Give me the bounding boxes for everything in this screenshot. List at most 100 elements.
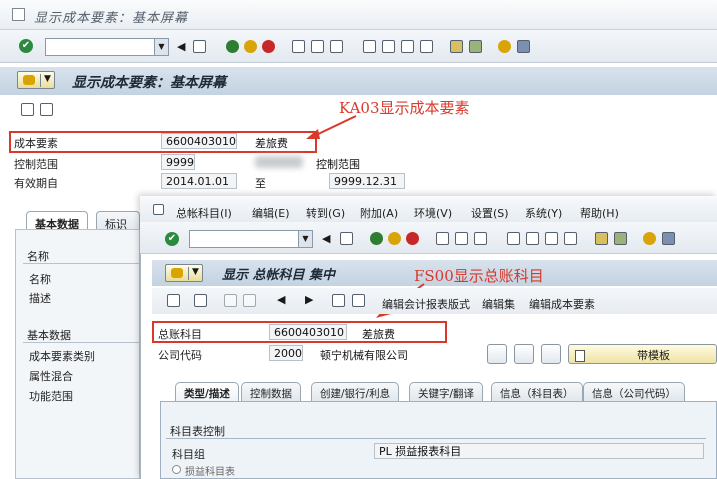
last-page-icon[interactable] bbox=[420, 40, 433, 53]
cancel-icon-2[interactable] bbox=[406, 232, 419, 245]
menu-settings[interactable]: 设置(S) bbox=[471, 205, 509, 221]
gl-account-desc: 差旅费 bbox=[362, 328, 395, 341]
save-icon-2[interactable] bbox=[340, 232, 353, 245]
description-label: 描述 bbox=[29, 292, 51, 305]
display-details-icon[interactable] bbox=[40, 103, 53, 116]
layout-menu-icon[interactable] bbox=[517, 40, 530, 53]
last-page-icon-2[interactable] bbox=[564, 232, 577, 245]
tab-control-data[interactable]: 控制数据 bbox=[241, 382, 301, 402]
command-field-2[interactable]: ▼ bbox=[189, 230, 313, 248]
unlink-icon[interactable] bbox=[243, 294, 256, 307]
controlling-area-label: 控制范围 bbox=[14, 158, 58, 171]
back-icon[interactable] bbox=[226, 40, 239, 53]
page-title: 显示成本要素：基本屏幕 bbox=[72, 75, 226, 91]
edit-set-button[interactable]: 编辑集 bbox=[482, 296, 515, 312]
cost-element-desc: 差旅费 bbox=[255, 137, 288, 150]
menu-gl-account[interactable]: 总帐科目(I) bbox=[176, 205, 232, 221]
first-page-icon-2[interactable] bbox=[507, 232, 520, 245]
other-element-icon[interactable] bbox=[21, 103, 34, 116]
company-code-label: 公司代码 bbox=[158, 349, 202, 362]
document-icon[interactable] bbox=[352, 294, 365, 307]
valid-from-field[interactable]: 2014.01.01 bbox=[161, 173, 237, 189]
menu-window-icon[interactable] bbox=[153, 204, 164, 215]
company-code-field[interactable]: 2000 bbox=[269, 345, 303, 361]
command-dropdown-icon[interactable]: ▼ bbox=[154, 39, 168, 55]
pl-radio[interactable] bbox=[172, 465, 181, 474]
other-account-icon[interactable] bbox=[167, 294, 180, 307]
edit-cost-element-button[interactable]: 编辑成本要素 bbox=[529, 296, 595, 312]
controlling-area-label-2: 控制范围 bbox=[316, 158, 360, 171]
group-divider bbox=[166, 438, 706, 439]
menu-eye-icon-2 bbox=[171, 268, 183, 278]
next-page-icon[interactable] bbox=[401, 40, 414, 53]
window-icon bbox=[12, 8, 25, 21]
menu-system[interactable]: 系统(Y) bbox=[525, 205, 562, 221]
edit-pencil-button[interactable] bbox=[514, 344, 534, 364]
print-icon[interactable] bbox=[292, 40, 305, 53]
first-page-icon[interactable] bbox=[363, 40, 376, 53]
new-session-icon[interactable] bbox=[450, 40, 463, 53]
find-next-icon[interactable] bbox=[330, 40, 343, 53]
template-button-label: 带模板 bbox=[637, 349, 670, 362]
find-next-icon-2[interactable] bbox=[474, 232, 487, 245]
pl-radio-label: 损益科目表 bbox=[185, 467, 235, 478]
exit-icon-2[interactable] bbox=[388, 232, 401, 245]
enter-button-2[interactable]: ✔ bbox=[165, 232, 179, 246]
account-group-field[interactable]: PL 损益报表科目 bbox=[374, 443, 704, 459]
edit-fs-version-button[interactable]: 编辑会计报表版式 bbox=[382, 296, 470, 312]
back-arrow-icon-2[interactable]: ◀ bbox=[322, 232, 330, 245]
shortcut-icon[interactable] bbox=[469, 40, 482, 53]
controlling-area-field[interactable]: 9999 bbox=[161, 154, 195, 170]
find-icon[interactable] bbox=[311, 40, 324, 53]
enter-button[interactable]: ✔ bbox=[19, 39, 33, 53]
menu-help[interactable]: 帮助(H) bbox=[580, 205, 619, 221]
tab-info-coa[interactable]: 信息（科目表） bbox=[491, 382, 583, 402]
next-page-icon-2[interactable] bbox=[545, 232, 558, 245]
with-template-button[interactable]: 带模板 bbox=[568, 344, 717, 364]
layout-menu-icon-2[interactable] bbox=[662, 232, 675, 245]
find-icon-2[interactable] bbox=[455, 232, 468, 245]
redacted-text bbox=[255, 156, 303, 168]
back-arrow-icon[interactable]: ◀ bbox=[177, 40, 185, 53]
shortcut-icon-2[interactable] bbox=[614, 232, 627, 245]
menu-arrow-icon-2: ▼ bbox=[192, 267, 199, 277]
help-icon-2[interactable] bbox=[643, 232, 656, 245]
valid-to-field[interactable]: 9999.12.31 bbox=[329, 173, 405, 189]
page-title-2: 显示 总帐科目 集中 bbox=[222, 268, 336, 283]
save-icon[interactable] bbox=[193, 40, 206, 53]
command-field[interactable]: ▼ bbox=[45, 38, 169, 56]
command-dropdown-icon-2[interactable]: ▼ bbox=[298, 231, 312, 247]
menu-extras[interactable]: 附加(A) bbox=[360, 205, 398, 221]
screen-menu-button-2[interactable]: ▼ bbox=[165, 264, 203, 282]
name-label: 名称 bbox=[29, 273, 51, 286]
screen-menu-button[interactable]: ▼ bbox=[17, 71, 55, 89]
cost-element-field[interactable]: 6600403010 bbox=[161, 133, 237, 149]
menu-goto[interactable]: 转到(G) bbox=[306, 205, 345, 221]
tab-keyword-translation[interactable]: 关键字/翻译 bbox=[409, 382, 484, 402]
tab-create-bank-interest[interactable]: 创建/银行/利息 bbox=[311, 382, 400, 402]
help-icon[interactable] bbox=[498, 40, 511, 53]
new-session-icon-2[interactable] bbox=[595, 232, 608, 245]
print-icon-2[interactable] bbox=[436, 232, 449, 245]
new-document-button[interactable] bbox=[541, 344, 561, 364]
type-description-panel bbox=[160, 401, 717, 479]
display-icon[interactable] bbox=[194, 294, 207, 307]
menu-edit[interactable]: 编辑(E) bbox=[252, 205, 290, 221]
glasses-button[interactable] bbox=[487, 344, 507, 364]
previous-icon[interactable]: ◀ bbox=[277, 293, 285, 306]
gl-account-field[interactable]: 6600403010 bbox=[269, 324, 347, 340]
back-icon-2[interactable] bbox=[370, 232, 383, 245]
prev-page-icon-2[interactable] bbox=[526, 232, 539, 245]
tab-type-description[interactable]: 类型/描述 bbox=[175, 382, 239, 402]
link-icon[interactable] bbox=[224, 294, 237, 307]
coa-control-head: 科目表控制 bbox=[170, 425, 225, 438]
tab-info-company-code[interactable]: 信息（公司代码） bbox=[583, 382, 685, 402]
exit-icon[interactable] bbox=[244, 40, 257, 53]
prev-page-icon[interactable] bbox=[382, 40, 395, 53]
next-icon[interactable]: ▶ bbox=[305, 293, 313, 306]
cancel-icon[interactable] bbox=[262, 40, 275, 53]
menu-environment[interactable]: 环境(V) bbox=[414, 205, 452, 221]
cost-element-category-label: 成本要素类别 bbox=[29, 350, 95, 363]
menu-arrow-icon: ▼ bbox=[44, 74, 51, 84]
trash-icon[interactable] bbox=[332, 294, 345, 307]
